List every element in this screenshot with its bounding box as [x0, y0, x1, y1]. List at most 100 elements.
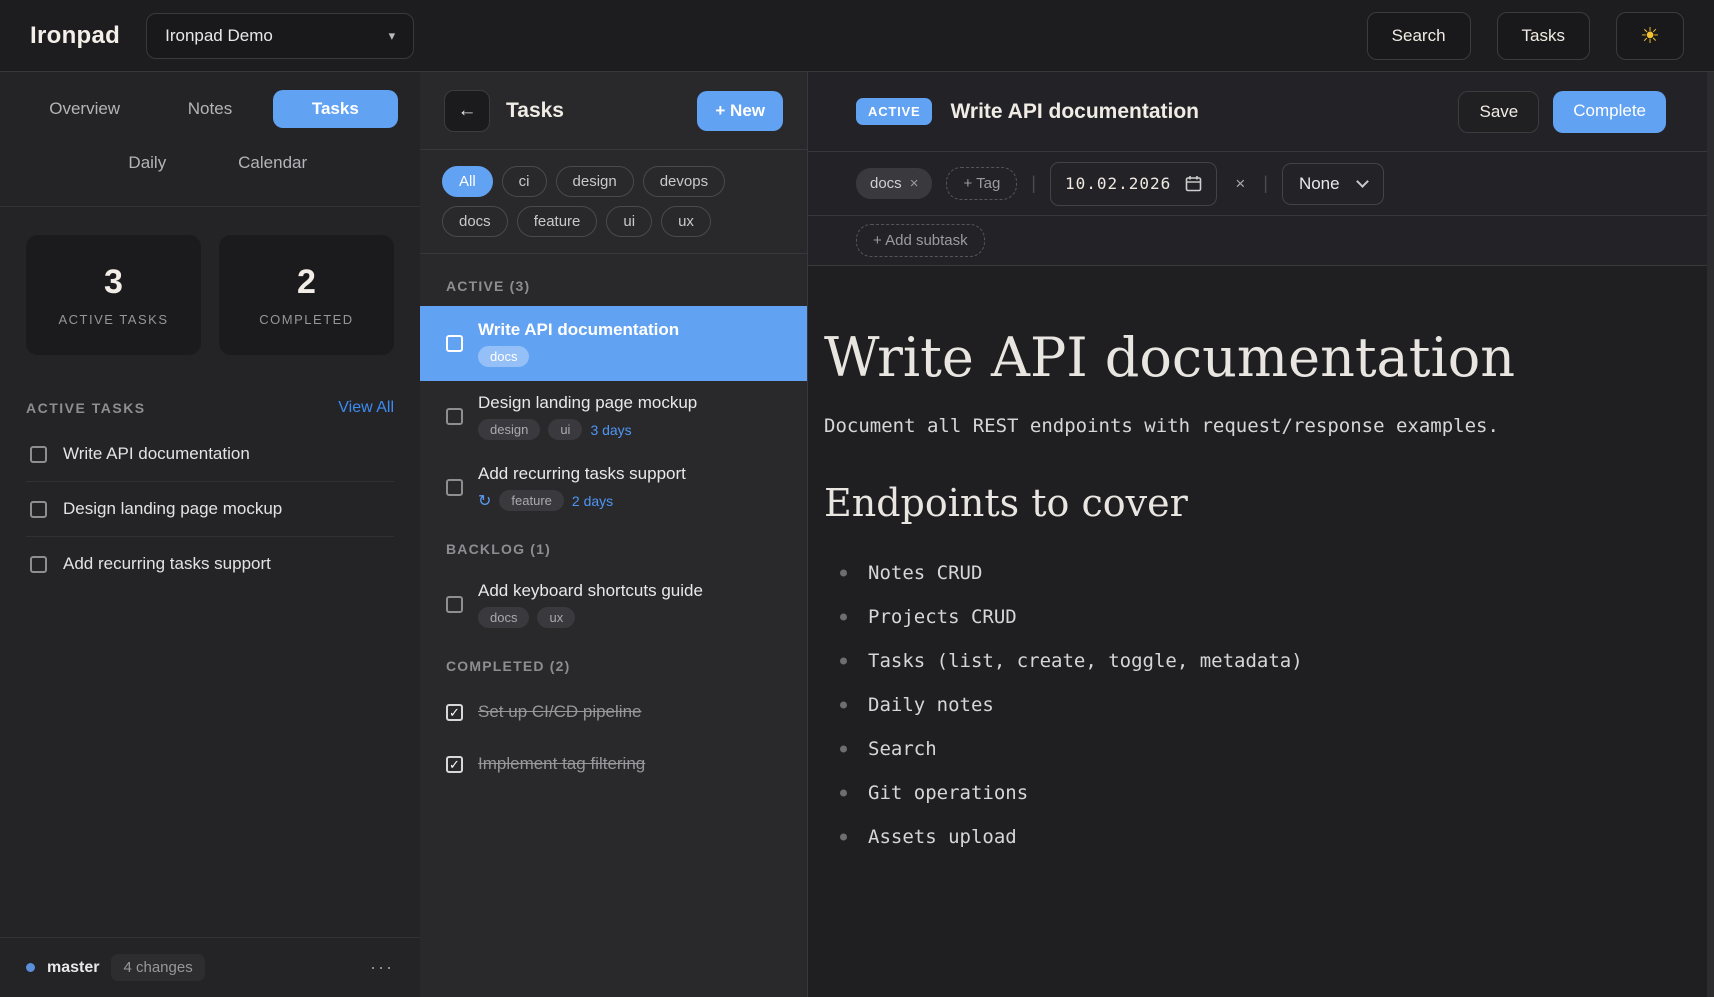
task-checkbox[interactable]: [446, 335, 463, 352]
clear-date-icon[interactable]: ×: [1231, 174, 1249, 194]
task-label: Write API documentation: [63, 444, 250, 464]
document-description: Document all REST endpoints with request…: [824, 415, 1674, 437]
task-main: Set up CI/CD pipeline: [478, 702, 641, 722]
document-heading: Endpoints to cover: [824, 481, 1674, 525]
active-tasks-list: Write API documentation Design landing pa…: [26, 427, 394, 591]
status-badge: ACTIVE: [856, 98, 932, 125]
complete-button[interactable]: Complete: [1553, 91, 1666, 133]
filter-chip-devops[interactable]: devops: [643, 166, 725, 197]
task-row[interactable]: Add recurring tasks support↻feature2 day…: [420, 452, 807, 523]
section-label: ACTIVE (3): [420, 260, 807, 306]
filter-chip-feature[interactable]: feature: [517, 206, 598, 237]
filter-chip-ui[interactable]: ui: [606, 206, 652, 237]
tasks-panel-header: ← Tasks + New: [420, 72, 807, 150]
project-selector[interactable]: Ironpad Demo ▾: [146, 13, 414, 59]
document-bullet-item: Assets upload: [824, 815, 1674, 859]
ellipsis-menu-icon[interactable]: ···: [370, 957, 394, 978]
task-checkbox[interactable]: [446, 408, 463, 425]
app-logo: Ironpad: [30, 22, 120, 50]
task-checkbox[interactable]: ✓: [446, 704, 463, 721]
tag-pill-docs: docs: [478, 346, 529, 367]
task-row[interactable]: Design landing page mockup design ui 3 days: [420, 381, 807, 452]
task-main: Add recurring tasks support↻feature2 day…: [478, 464, 686, 511]
stat-value: 3: [104, 263, 123, 302]
priority-select[interactable]: None: [1282, 163, 1384, 205]
document-bullet-item: Search: [824, 727, 1674, 771]
tag-docs[interactable]: docs ×: [856, 168, 932, 199]
detail-header: ACTIVE Write API documentation Save Comp…: [808, 72, 1714, 152]
sidebar-tab-calendar[interactable]: Calendar: [210, 144, 335, 182]
sidebar-task-item[interactable]: Add recurring tasks support: [26, 537, 394, 591]
due-date-field[interactable]: 10.02.2026: [1050, 162, 1217, 206]
task-row[interactable]: Write API documentation docs: [420, 306, 807, 381]
document-bullet-list: Notes CRUDProjects CRUDTasks (list, crea…: [824, 551, 1674, 859]
project-selector-value: Ironpad Demo: [165, 26, 273, 46]
task-checkbox[interactable]: ✓: [446, 756, 463, 773]
document-bullet-item: Projects CRUD: [824, 595, 1674, 639]
stat-card: 2COMPLETED: [219, 235, 394, 355]
sidebar-task-item[interactable]: Design landing page mockup: [26, 482, 394, 537]
save-button[interactable]: Save: [1458, 91, 1539, 133]
detail-meta-row: docs × + Tag | 10.02.2026 × | None: [808, 152, 1714, 216]
branch-name[interactable]: master: [47, 959, 99, 977]
task-checkbox[interactable]: [446, 596, 463, 613]
task-title: Write API documentation: [478, 320, 679, 340]
task-title: Design landing page mockup: [478, 393, 697, 413]
sidebar-tab-overview[interactable]: Overview: [22, 90, 147, 128]
view-all-link[interactable]: View All: [338, 399, 394, 417]
tag-label: docs: [870, 175, 902, 192]
document-bullet-item: Notes CRUD: [824, 551, 1674, 595]
add-tag-button[interactable]: + Tag: [946, 167, 1017, 200]
task-checkbox[interactable]: [446, 479, 463, 496]
sidebar-task-item[interactable]: Write API documentation: [26, 427, 394, 482]
filter-chip-ci[interactable]: ci: [502, 166, 547, 197]
tag-pill-docs: docs: [478, 607, 529, 628]
sidebar-tab-notes[interactable]: Notes: [147, 90, 272, 128]
search-button[interactable]: Search: [1367, 12, 1471, 60]
changes-badge[interactable]: 4 changes: [111, 954, 204, 981]
task-label: Design landing page mockup: [63, 499, 282, 519]
calendar-icon: [1185, 175, 1202, 192]
active-tasks-header: ACTIVE TASKS View All: [26, 399, 394, 417]
filter-chip-design[interactable]: design: [556, 166, 634, 197]
task-checkbox[interactable]: [30, 446, 47, 463]
document-area[interactable]: Write API documentation Document all RES…: [808, 266, 1714, 997]
sidebar-tab-daily[interactable]: Daily: [85, 144, 210, 182]
back-arrow-icon: ←: [458, 100, 477, 122]
back-button[interactable]: ←: [444, 90, 490, 132]
tag-pill-ui: ui: [548, 419, 582, 440]
tag-pill-design: design: [478, 419, 540, 440]
task-row[interactable]: ✓ Implement tag filtering: [420, 738, 807, 790]
theme-toggle-button[interactable]: ☀: [1616, 12, 1684, 60]
new-task-button[interactable]: + New: [697, 91, 783, 131]
scrollbar[interactable]: [1707, 72, 1714, 997]
filter-chip-ux[interactable]: ux: [661, 206, 711, 237]
separator: |: [1031, 173, 1036, 194]
filter-chip-all[interactable]: All: [442, 166, 493, 197]
filter-chip-docs[interactable]: docs: [442, 206, 508, 237]
sidebar-tab-tasks[interactable]: Tasks: [273, 90, 398, 128]
document-bullet-item: Git operations: [824, 771, 1674, 815]
remove-tag-icon[interactable]: ×: [910, 175, 919, 192]
task-checkbox[interactable]: [30, 556, 47, 573]
sun-icon: ☀: [1640, 23, 1660, 49]
add-subtask-button[interactable]: + Add subtask: [856, 224, 985, 257]
task-title: Implement tag filtering: [478, 754, 645, 774]
task-row[interactable]: Add keyboard shortcuts guidedocsux: [420, 569, 807, 640]
due-date-value: 10.02.2026: [1065, 174, 1171, 193]
task-main: Design landing page mockup design ui 3 days: [478, 393, 697, 440]
sidebar-footer: master 4 changes ···: [0, 937, 420, 997]
stat-label: ACTIVE TASKS: [59, 312, 169, 327]
task-checkbox[interactable]: [30, 501, 47, 518]
section-label: COMPLETED (2): [420, 640, 807, 686]
tasks-button[interactable]: Tasks: [1497, 12, 1590, 60]
sidebar: OverviewNotesTasks DailyCalendar 3 ACTIVE …: [0, 72, 420, 997]
tag-pill-feature: feature: [499, 490, 563, 511]
stat-value: 2: [297, 263, 316, 302]
document-bullet-item: Daily notes: [824, 683, 1674, 727]
chevron-down-icon: [1356, 175, 1369, 188]
task-row[interactable]: ✓ Set up CI/CD pipeline: [420, 686, 807, 738]
task-title: Add keyboard shortcuts guide: [478, 581, 703, 601]
due-label: 3 days: [590, 422, 631, 438]
section-label: BACKLOG (1): [420, 523, 807, 569]
